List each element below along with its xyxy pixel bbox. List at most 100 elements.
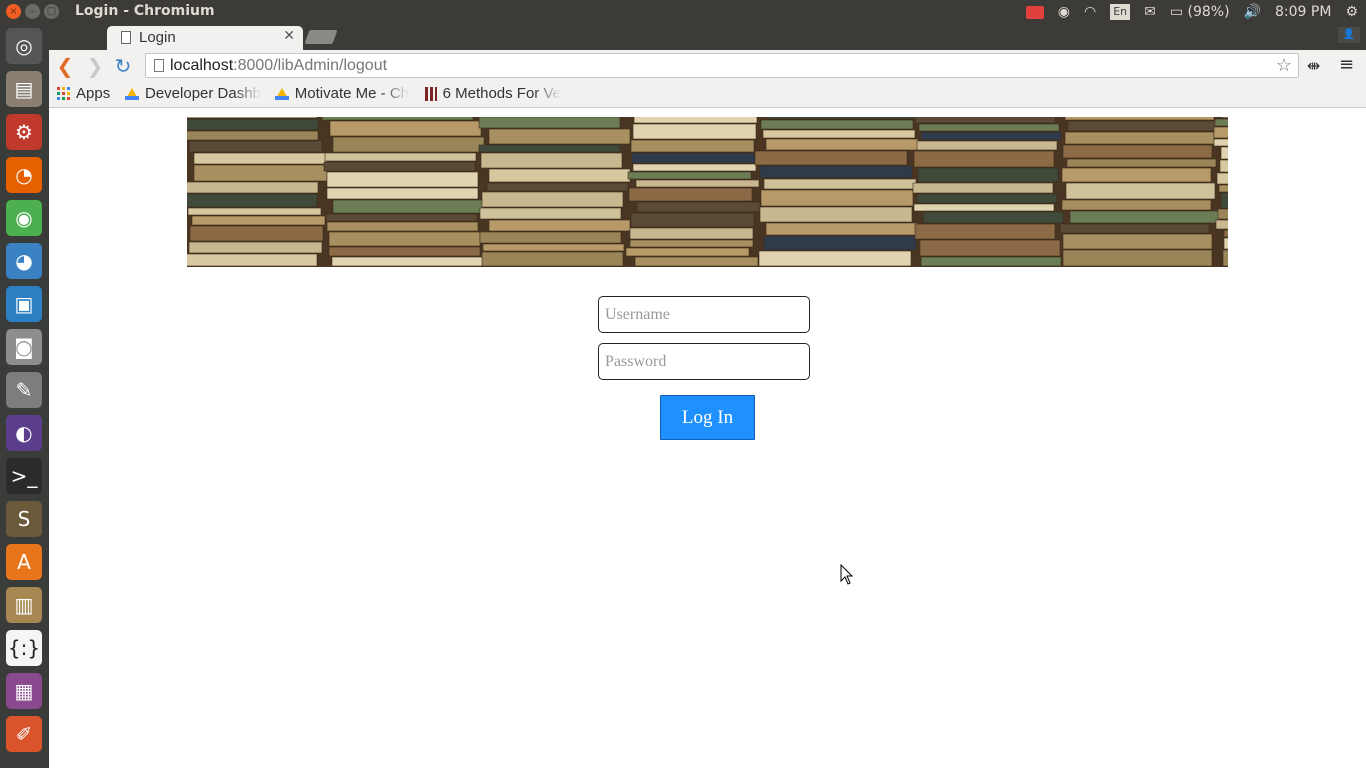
book — [759, 165, 913, 179]
browser-tab-strip: Login ✕ 👤 — [49, 24, 1366, 50]
volume-icon[interactable]: 🔊 — [1244, 4, 1261, 20]
text-editor-icon[interactable]: ✎ — [6, 372, 42, 408]
browser-menu-icon[interactable]: ≡ — [1339, 54, 1354, 75]
ubuntu-one-icon[interactable]: ◉ — [1058, 4, 1070, 20]
keyboard-language-indicator[interactable]: En — [1110, 4, 1131, 20]
address-bar[interactable]: localhost:8000/libAdmin/logout ☆ — [145, 53, 1299, 78]
book — [1219, 159, 1228, 173]
ubuntu-dash-icon[interactable]: ◎ — [6, 28, 42, 64]
book — [486, 182, 629, 192]
password-field[interactable]: Password — [598, 343, 810, 380]
extension-icon[interactable]: ⇼ — [1307, 56, 1320, 75]
book — [765, 222, 919, 236]
media-icon[interactable]: ▦ — [6, 673, 42, 709]
username-field[interactable]: Username — [598, 296, 810, 333]
close-tab-icon[interactable]: ✕ — [283, 28, 295, 44]
bookmark-label: Motivate Me - Ch — [294, 85, 409, 102]
books-banner-image — [187, 117, 1228, 267]
bookmark-apps[interactable]: Apps — [57, 85, 110, 102]
sublime-icon[interactable]: S — [6, 501, 42, 537]
tool-icon[interactable]: ✐ — [6, 716, 42, 752]
book — [187, 207, 322, 216]
book — [488, 128, 631, 145]
book — [763, 235, 917, 251]
url-text: localhost:8000/libAdmin/logout — [170, 57, 387, 75]
wifi-icon[interactable]: ◠ — [1084, 4, 1096, 20]
new-tab-button[interactable] — [304, 30, 338, 44]
screen-record-icon[interactable] — [1025, 5, 1044, 19]
book — [481, 251, 624, 267]
book — [632, 163, 757, 172]
book — [1213, 138, 1228, 147]
profile-icon[interactable]: 👤 — [1338, 27, 1360, 43]
bookmark-motivate-me[interactable]: Motivate Me - Ch — [275, 85, 409, 102]
power-settings-icon[interactable]: ⚙ — [1345, 4, 1358, 20]
book — [1062, 233, 1213, 250]
bookmark-label: Developer Dashb — [145, 85, 261, 102]
close-window-button[interactable]: × — [6, 4, 21, 19]
book — [189, 225, 324, 242]
chromium-icon[interactable]: ◕ — [6, 243, 42, 279]
archive-icon[interactable]: ▥ — [6, 587, 42, 623]
book — [187, 117, 318, 119]
software-center-icon[interactable]: A — [6, 544, 42, 580]
book — [326, 221, 479, 232]
firefox-icon[interactable]: ◔ — [6, 157, 42, 193]
book — [1214, 118, 1228, 127]
book — [1221, 117, 1228, 119]
book — [914, 223, 1056, 240]
forward-button[interactable]: ❯ — [83, 54, 107, 78]
book — [1061, 199, 1212, 211]
book — [912, 182, 1054, 194]
chrome-icon[interactable]: ◉ — [6, 200, 42, 236]
eclipse-icon[interactable]: ◐ — [6, 415, 42, 451]
drive-icon — [125, 87, 139, 100]
book — [191, 215, 326, 226]
page-info-icon[interactable] — [154, 59, 164, 72]
book — [1061, 167, 1212, 183]
files-icon[interactable]: ▤ — [6, 71, 42, 107]
box-icon[interactable]: ▣ — [6, 286, 42, 322]
book — [324, 152, 477, 162]
terminal-icon[interactable]: >_ — [6, 458, 42, 494]
bookmark-6-methods[interactable]: 6 Methods For Ve — [425, 85, 561, 102]
brackets-icon[interactable]: {:} — [6, 630, 42, 666]
camera-icon[interactable]: ◙ — [6, 329, 42, 365]
book — [1223, 237, 1228, 250]
book — [488, 168, 631, 183]
clock[interactable]: 8:09 PM — [1275, 4, 1331, 20]
book — [321, 117, 474, 121]
bookmark-star-icon[interactable]: ☆ — [1276, 55, 1292, 76]
settings-icon[interactable]: ⚙ — [6, 114, 42, 150]
book — [1216, 172, 1228, 185]
maximize-window-button[interactable]: □ — [44, 4, 59, 19]
book — [1220, 192, 1228, 209]
site-tile-icon — [425, 86, 437, 101]
window-controls: × – □ — [6, 4, 59, 19]
book — [1223, 229, 1228, 238]
book — [1064, 131, 1215, 145]
tab-title: Login — [139, 29, 176, 46]
book — [332, 136, 485, 153]
mail-icon[interactable]: ✉ — [1144, 4, 1156, 20]
book — [326, 171, 479, 188]
book — [754, 150, 908, 166]
book — [1062, 249, 1213, 267]
book — [488, 219, 631, 232]
reload-button[interactable]: ↻ — [111, 54, 135, 78]
book — [633, 117, 758, 124]
book — [323, 161, 476, 172]
bookmark-developer-dashboard[interactable]: Developer Dashb — [125, 85, 261, 102]
minimize-window-button[interactable]: – — [25, 4, 40, 19]
back-button[interactable]: ❮ — [53, 54, 77, 78]
tab-login[interactable]: Login ✕ — [107, 26, 303, 50]
book — [188, 140, 323, 153]
login-button[interactable]: Log In — [660, 395, 755, 440]
book — [913, 203, 1055, 212]
book — [919, 239, 1061, 257]
battery-indicator[interactable]: ▭ (98%) — [1170, 4, 1230, 20]
book — [625, 247, 750, 257]
system-indicators: ◉ ◠ En ✉ ▭ (98%) 🔊 8:09 PM ⚙ — [1025, 2, 1358, 22]
book — [478, 144, 621, 153]
book — [763, 178, 917, 190]
